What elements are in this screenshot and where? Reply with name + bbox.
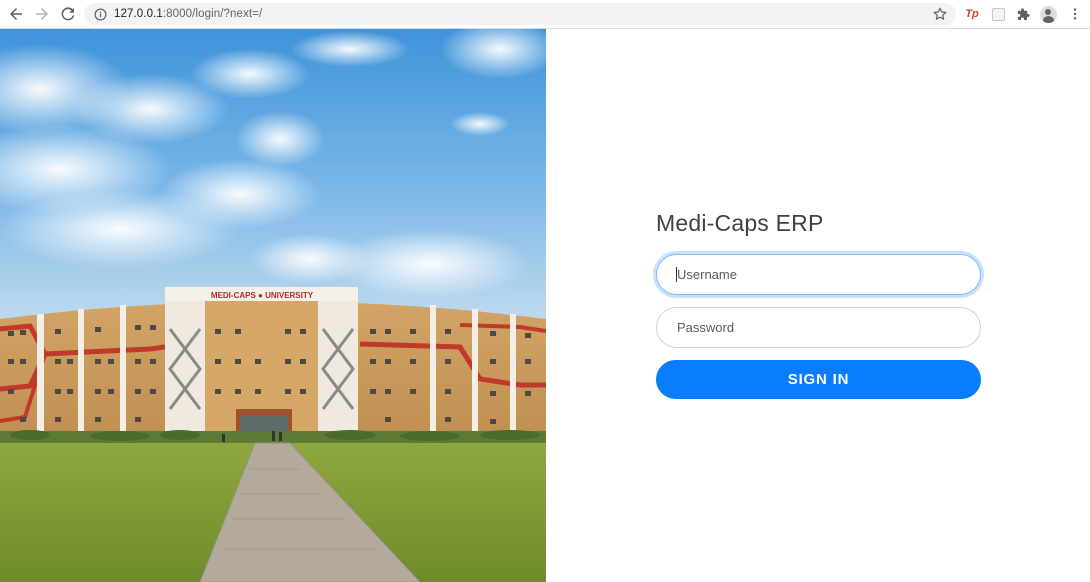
url-path: :8000/login/?next=/: [162, 8, 263, 20]
blank-extension-icon[interactable]: [989, 5, 1007, 23]
tp-extension-label: Tp: [965, 8, 979, 20]
username-input[interactable]: [656, 254, 981, 295]
forward-arrow-icon[interactable]: [29, 1, 55, 27]
back-arrow-icon[interactable]: [3, 1, 29, 27]
bookmark-star-icon[interactable]: [932, 6, 948, 22]
reload-icon[interactable]: [55, 1, 81, 27]
login-panel: Medi-Caps ERP SIGN IN: [546, 29, 1090, 582]
building-sign: MEDI-CAPS ● UNIVERSITY: [211, 291, 314, 300]
url-host: 127.0.0.1: [114, 8, 163, 20]
text-caret: [676, 267, 677, 282]
page-title: Medi-Caps ERP: [656, 210, 824, 236]
profile-avatar-icon[interactable]: [1039, 5, 1057, 23]
info-icon[interactable]: [93, 7, 107, 21]
password-input[interactable]: [656, 307, 981, 348]
sign-in-button[interactable]: SIGN IN: [656, 360, 981, 399]
kebab-menu-icon[interactable]: [1066, 5, 1084, 23]
address-bar[interactable]: 127.0.0.1:8000/login/?next=/: [84, 3, 956, 25]
extensions-puzzle-icon[interactable]: [1014, 5, 1032, 23]
browser-toolbar: 127.0.0.1:8000/login/?next=/ Tp: [0, 0, 1090, 29]
tp-extension-icon[interactable]: Tp: [963, 5, 981, 23]
url-text: 127.0.0.1:8000/login/?next=/: [114, 8, 262, 20]
campus-photo: MEDI-CAPS ● UNIVERSITY: [0, 29, 546, 582]
